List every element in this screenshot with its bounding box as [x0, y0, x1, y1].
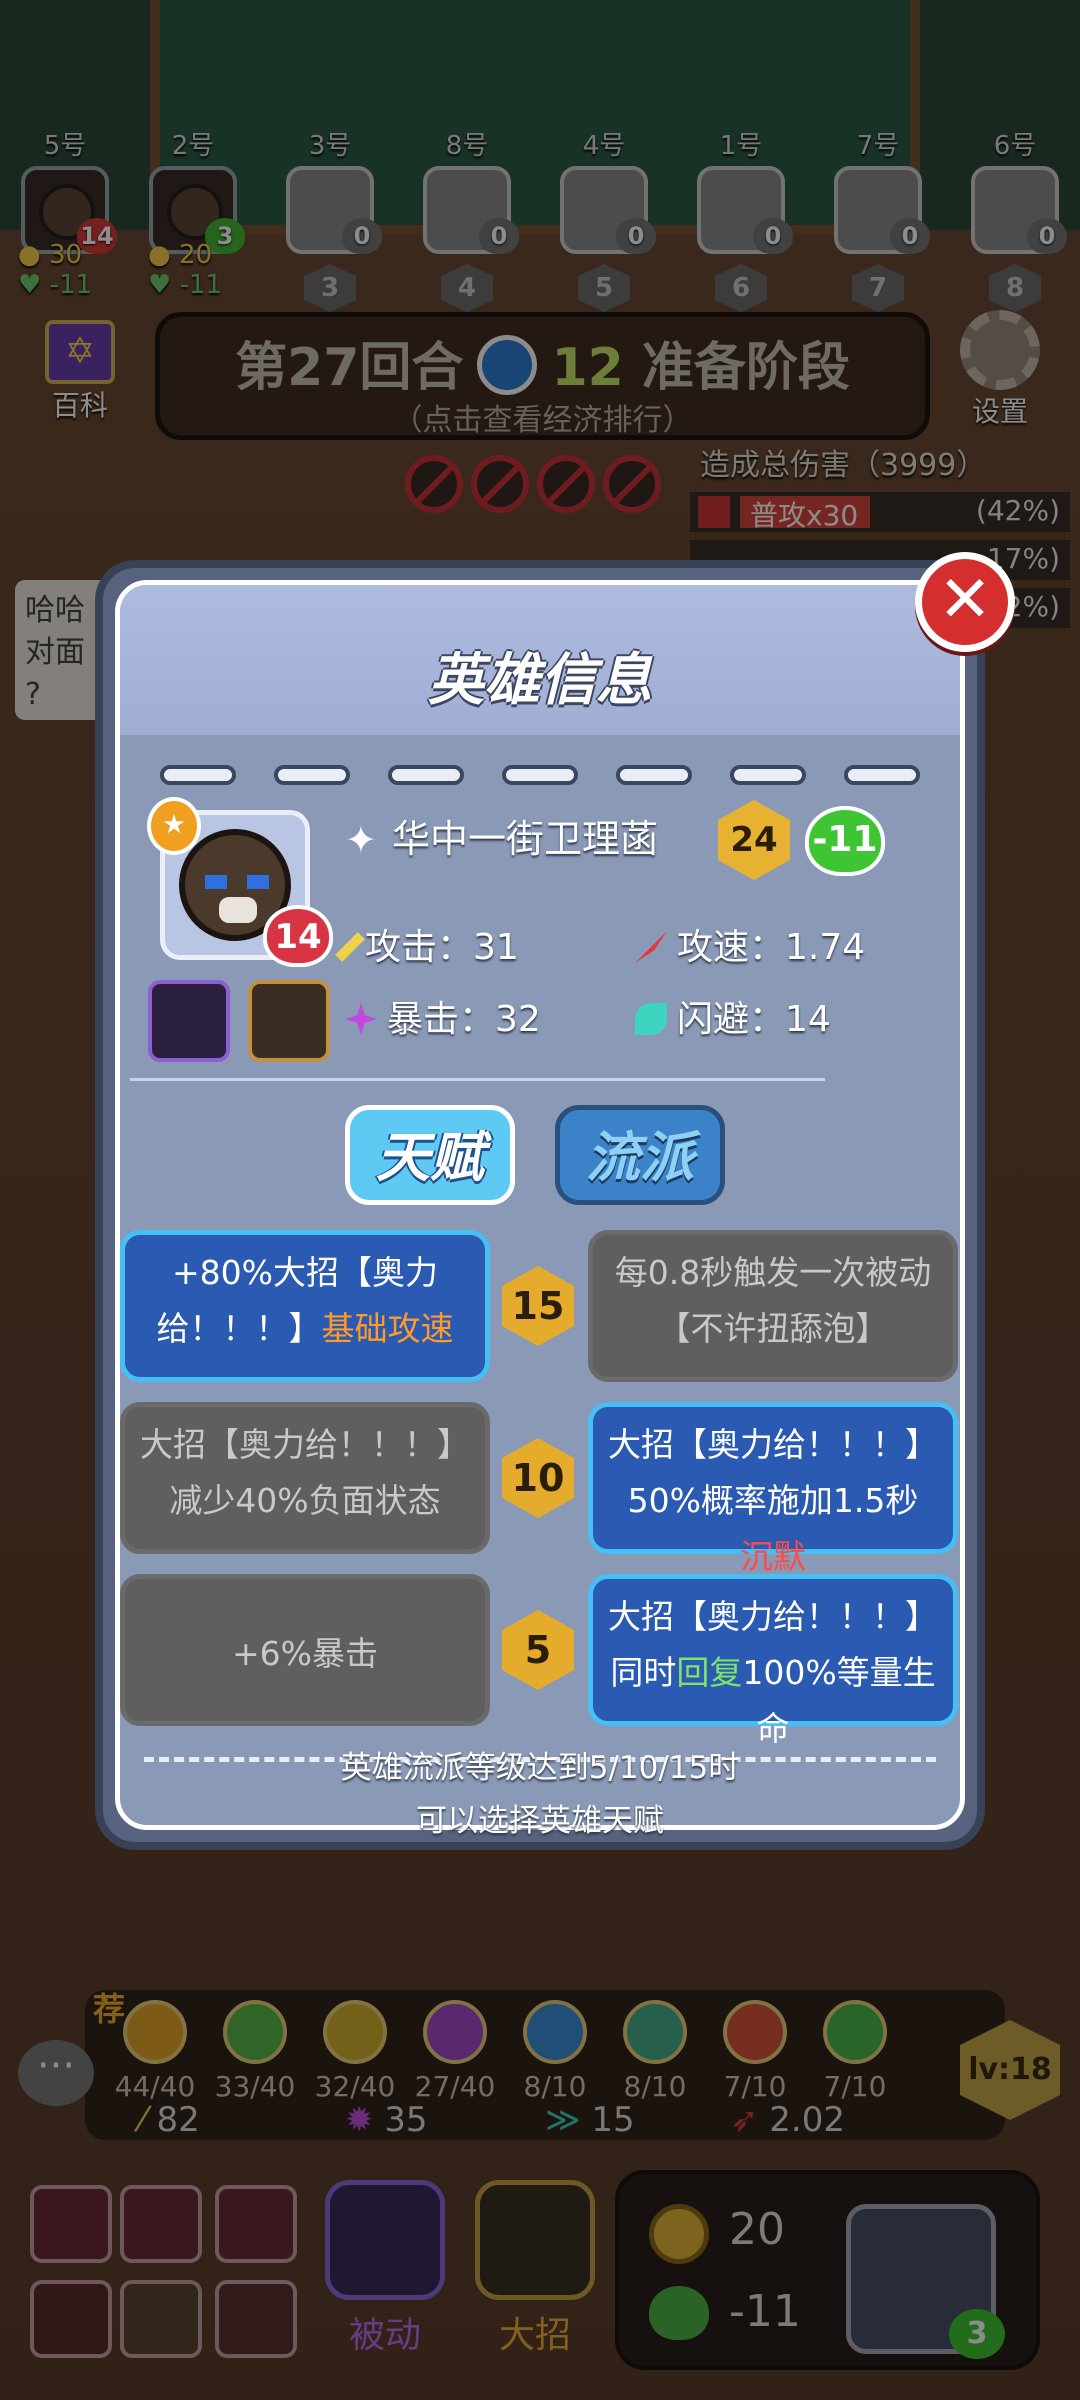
dodge-value: 闪避：14	[677, 999, 831, 1040]
crit-burst-icon	[345, 1003, 377, 1035]
rank-shield-icon: ★	[147, 797, 201, 855]
crit-value: 暴击：32	[387, 999, 541, 1040]
passive-skill-icon[interactable]	[148, 980, 230, 1062]
talent-highlight: 基础攻速	[321, 1309, 454, 1348]
hero-portrait[interactable]: ★ 14	[147, 797, 333, 967]
hero-hp-change-badge: -11	[805, 806, 885, 876]
divider	[130, 1078, 825, 1081]
stat-crit: 暴击：32	[345, 990, 541, 1042]
tab-school[interactable]: 流派	[555, 1105, 725, 1205]
talent-card[interactable]: +6%暴击	[120, 1574, 490, 1726]
talent-card[interactable]: 每0.8秒触发一次被动【不许扭舔泡】	[588, 1230, 958, 1382]
hero-name: 华中一街卫理菡	[392, 817, 659, 861]
talent-card[interactable]: 大招【奥力给！！！】50%概率施加1.5秒沉默	[588, 1402, 958, 1576]
hero-hp-badge: 14	[263, 905, 333, 967]
modal-header: 英雄信息	[120, 585, 960, 735]
talent-unlock-note: 英雄流派等级达到5/10/15时	[340, 1750, 740, 1786]
stat-attack: 攻击：31	[335, 918, 519, 970]
eye	[247, 875, 269, 889]
modal-title: 英雄信息	[428, 648, 652, 713]
speed-arrow-icon	[635, 931, 667, 963]
eye	[205, 875, 227, 889]
wing-icon	[635, 1003, 667, 1035]
talent-highlight: 沉默	[740, 1537, 806, 1576]
sparkle-icon: ✦	[345, 818, 377, 862]
snout	[219, 897, 257, 923]
attack-value: 攻击：31	[365, 927, 519, 968]
stat-attack-speed: 攻速：1.74	[635, 918, 865, 970]
talent-unlock-note: 可以选择英雄天赋	[416, 1803, 664, 1839]
stat-dodge: 闪避：14	[635, 990, 831, 1042]
close-button[interactable]: ✕	[915, 552, 1015, 652]
attack-speed-value: 攻速：1.74	[677, 927, 866, 968]
talent-card[interactable]: 大招【奥力给！！！】减少40%负面状态	[120, 1402, 490, 1554]
talent-highlight: 回复	[676, 1653, 743, 1692]
ticket-perforation	[160, 765, 920, 785]
talent-card[interactable]: +80%大招【奥力给！！！】基础攻速	[120, 1230, 490, 1382]
tab-talent[interactable]: 天赋	[345, 1105, 515, 1205]
talent-text: 大招【奥力给！！！】50%概率施加1.5秒	[608, 1425, 938, 1520]
ultimate-skill-icon[interactable]	[248, 980, 330, 1062]
talent-card[interactable]: 大招【奥力给！！！】同时回复100%等量生命	[588, 1574, 958, 1748]
